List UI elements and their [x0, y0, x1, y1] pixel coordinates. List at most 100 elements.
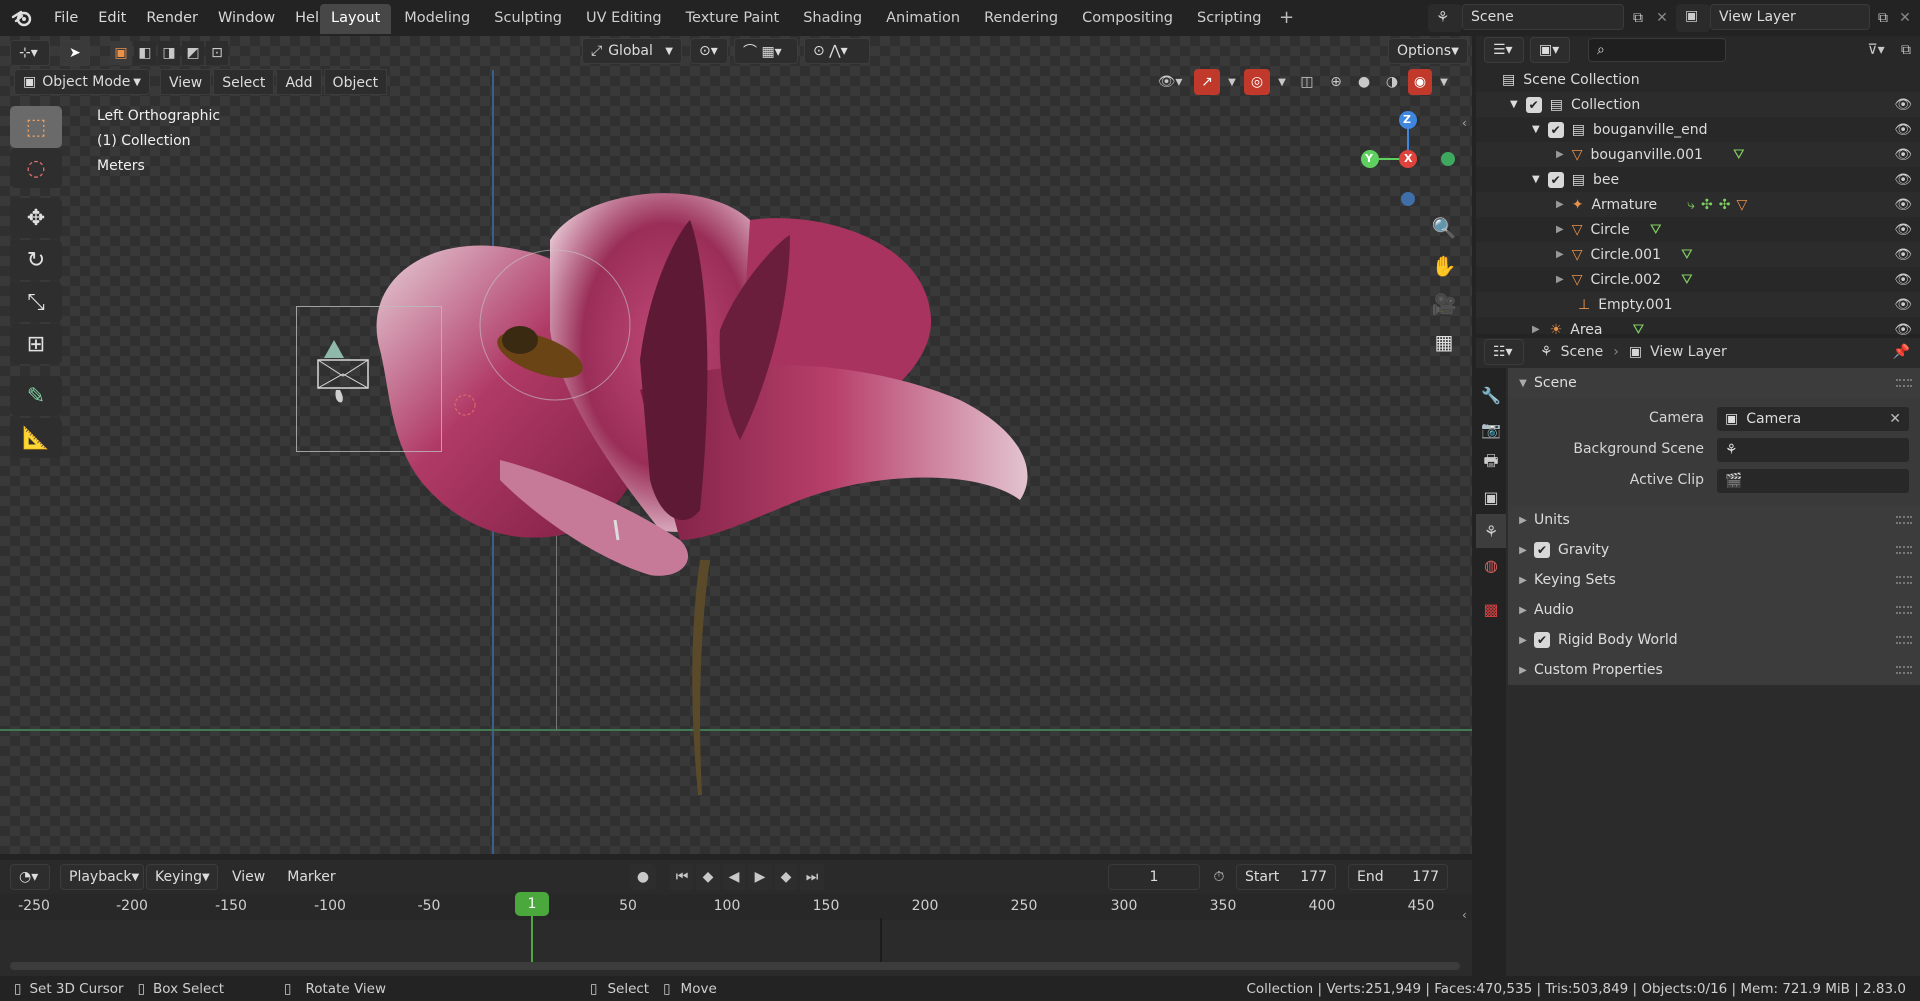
menu-file[interactable]: File — [44, 0, 88, 36]
menu-edit[interactable]: Edit — [88, 0, 136, 36]
pivot-point-dropdown[interactable]: ⊙▾ — [690, 38, 728, 64]
display-mode-button[interactable]: ▣▾ — [1530, 37, 1570, 63]
play-icon[interactable]: ▶ — [748, 864, 772, 890]
delete-scene-icon[interactable]: ✕ — [1650, 6, 1674, 30]
outliner-row-bee[interactable]: ▼ ✔ ▤ bee 👁 — [1476, 167, 1920, 192]
viewport-menu-select[interactable]: Select — [213, 69, 275, 95]
chevron-down-icon[interactable]: ▼ — [1436, 69, 1452, 95]
eye-icon[interactable]: 👁 — [1894, 172, 1912, 188]
drag-handle-icon[interactable] — [1896, 666, 1912, 674]
eye-icon[interactable]: 👁 — [1894, 222, 1912, 238]
object-mode-dropdown[interactable]: ▣ Object Mode ▼ — [14, 69, 150, 95]
delete-view-layer-icon[interactable]: ✕ — [1894, 6, 1916, 30]
outliner-row-armature[interactable]: ▶ ✦ Armature ⤷✣✣ ▽ 👁 — [1476, 192, 1920, 217]
preview-range-icon[interactable]: ⏱ — [1206, 864, 1232, 890]
drag-handle-icon[interactable] — [1896, 576, 1912, 584]
tab-layout[interactable]: Layout — [320, 4, 392, 34]
eye-icon[interactable]: 👁 — [1894, 322, 1912, 336]
eye-icon[interactable]: 👁 — [1894, 197, 1912, 213]
move-tool[interactable]: ✥ — [10, 198, 62, 238]
outliner-row-scene-collection[interactable]: ▤ Scene Collection — [1476, 67, 1920, 92]
tab-view-layer-icon[interactable]: ▣ — [1476, 480, 1506, 514]
visibility-icon[interactable]: 👁▾ — [1150, 69, 1190, 95]
select-extend-icon[interactable]: ◧ — [134, 41, 156, 65]
checkbox-icon[interactable]: ✔ — [1547, 121, 1564, 138]
clear-icon[interactable]: ✕ — [1889, 411, 1901, 427]
keying-dropdown[interactable]: Keying ▼ — [146, 864, 218, 890]
new-view-layer-icon[interactable]: ⧉ — [1872, 6, 1894, 30]
rigid-body-world-checkbox[interactable]: ✔ — [1534, 632, 1550, 648]
proportional-edit-dropdown[interactable]: ⊙ ⋀▾ — [804, 38, 870, 64]
drag-handle-icon[interactable] — [1896, 546, 1912, 554]
blender-logo-icon[interactable] — [8, 4, 36, 32]
sidebar-toggle-icon[interactable]: ‹ — [1462, 116, 1467, 130]
wireframe-shading-icon[interactable]: ⊕ — [1324, 69, 1348, 95]
xray-toggle-icon[interactable]: ◫ — [1294, 69, 1320, 95]
audio-panel-header[interactable]: ▶ Audio — [1508, 595, 1920, 625]
chevron-down-icon[interactable]: ▼ — [1224, 69, 1240, 95]
start-frame-field[interactable]: Start 177 — [1236, 864, 1336, 890]
transform-tool[interactable]: ⊞ — [10, 324, 62, 364]
menu-window[interactable]: Window — [208, 0, 285, 36]
tab-compositing[interactable]: Compositing — [1071, 4, 1184, 34]
tab-texture-icon[interactable]: ▩ — [1476, 592, 1506, 626]
new-collection-icon[interactable]: ⧉ — [1894, 38, 1918, 62]
eye-icon[interactable]: 👁 — [1894, 272, 1912, 288]
select-box-tool[interactable]: ⬚ — [10, 106, 62, 148]
select-new-icon[interactable]: ▣ — [110, 41, 132, 65]
timeline-editor-type-button[interactable]: ◔▾ — [10, 864, 50, 890]
active-clip-field[interactable]: 🎬 — [1716, 468, 1910, 494]
overlays-toggle-icon[interactable]: ◎ — [1244, 69, 1270, 95]
eye-icon[interactable]: 👁 — [1894, 147, 1912, 163]
tab-world-icon[interactable]: ◍ — [1476, 548, 1506, 582]
tab-rendering[interactable]: Rendering — [973, 4, 1069, 34]
outliner-row-empty-001[interactable]: ⊥ Empty.001 👁 — [1476, 292, 1920, 317]
rigid-body-world-panel-header[interactable]: ▶ ✔ Rigid Body World — [1508, 625, 1920, 655]
properties-editor-type-button[interactable]: ☷▾ — [1484, 339, 1524, 365]
editor-type-button[interactable]: ⊹▾ — [10, 40, 50, 66]
camera-field[interactable]: ▣ Camera ✕ — [1716, 406, 1910, 432]
record-icon[interactable]: ● — [630, 864, 656, 890]
outliner-editor-type-button[interactable]: ☰▾ — [1484, 37, 1524, 63]
pin-icon[interactable]: 📌 — [1893, 344, 1910, 360]
scene-browse-button[interactable]: ⚘ — [1428, 4, 1462, 32]
background-scene-field[interactable]: ⚘ — [1716, 437, 1910, 463]
tab-scripting[interactable]: Scripting — [1186, 4, 1272, 34]
grid-view-icon[interactable]: ▦ — [1428, 326, 1460, 358]
camera-view-icon[interactable]: 🎥 — [1428, 288, 1460, 320]
pan-hand-icon[interactable]: ✋ — [1428, 250, 1460, 282]
annotate-tool[interactable]: ✎ — [10, 376, 62, 416]
menu-render[interactable]: Render — [136, 0, 208, 36]
outliner-row-collection[interactable]: ▼ ✔ ▤ Collection 👁 — [1476, 92, 1920, 117]
outliner-row-circle-001[interactable]: ▶ ▽ Circle.001 ⛛ 👁 — [1476, 242, 1920, 267]
current-frame-field[interactable]: 1 — [1108, 864, 1200, 890]
scene-panel-header[interactable]: ▼ Scene — [1508, 368, 1920, 398]
solid-shading-icon[interactable]: ● — [1352, 69, 1376, 95]
checkbox-icon[interactable]: ✔ — [1525, 96, 1542, 113]
outliner-row-bouganville-001[interactable]: ▶ ▽ bouganville.001 ⛛ 👁 — [1476, 142, 1920, 167]
tab-texture-paint[interactable]: Texture Paint — [675, 4, 791, 34]
viewport-menu-object[interactable]: Object — [323, 69, 388, 95]
select-invert-icon[interactable]: ◩ — [182, 41, 204, 65]
next-keyframe-icon[interactable]: ◆ — [774, 864, 798, 890]
transform-orientation-dropdown[interactable]: ⤢ Global ▼ — [582, 38, 682, 64]
tab-sculpting[interactable]: Sculpting — [483, 4, 573, 34]
outliner-row-circle[interactable]: ▶ ▽ Circle ⛛ 👁 — [1476, 217, 1920, 242]
add-workspace-button[interactable]: + — [1274, 4, 1298, 34]
tab-animation[interactable]: Animation — [875, 4, 971, 34]
playhead-frame-badge[interactable]: 1 — [515, 892, 549, 916]
new-scene-icon[interactable]: ⧉ — [1626, 6, 1650, 30]
drag-handle-icon[interactable] — [1896, 636, 1912, 644]
eye-icon[interactable]: 👁 — [1894, 97, 1912, 113]
gizmo-toggle-icon[interactable]: ↗ — [1194, 69, 1220, 95]
timeline-scrollbar[interactable] — [10, 962, 1460, 970]
view-layer-field[interactable]: View Layer — [1710, 4, 1870, 30]
select-subtract-icon[interactable]: ◨ — [158, 41, 180, 65]
tab-uv-editing[interactable]: UV Editing — [575, 4, 673, 34]
chevron-down-icon[interactable]: ▼ — [1274, 69, 1290, 95]
camera-object-icon[interactable] — [316, 336, 372, 406]
outliner-search-input[interactable]: ⌕ — [1588, 38, 1726, 62]
cursor-tool[interactable]: ◌ — [10, 148, 62, 188]
drag-handle-icon[interactable] — [1896, 379, 1912, 387]
viewport-menu-add[interactable]: Add — [276, 69, 322, 95]
